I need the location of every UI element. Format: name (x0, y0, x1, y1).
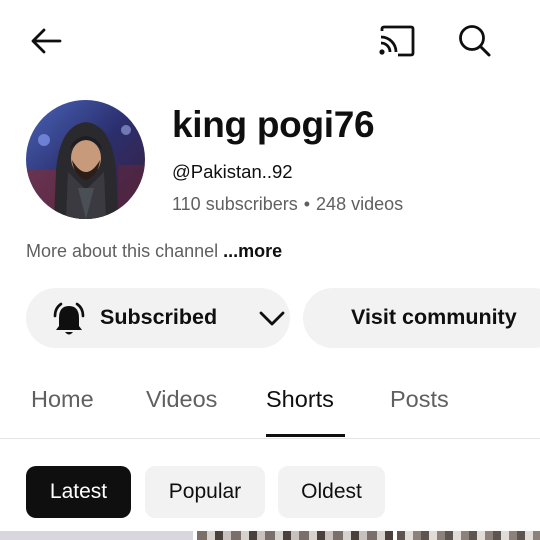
channel-name: king pogi76 (172, 104, 375, 145)
subscribed-button[interactable]: Subscribed (26, 288, 290, 348)
stats-separator: • (303, 194, 311, 214)
active-tab-indicator (266, 434, 345, 437)
tab-shorts[interactable]: Shorts (266, 386, 334, 413)
tabs-divider (0, 438, 540, 439)
video-count: 248 videos (316, 194, 404, 214)
tab-posts[interactable]: Posts (390, 386, 449, 413)
channel-stats: 110 subscribers • 248 videos (172, 194, 403, 215)
short-thumbnail[interactable] (0, 531, 193, 540)
arrow-left-icon (31, 28, 62, 54)
back-button[interactable] (24, 22, 68, 60)
short-thumbnail[interactable] (397, 531, 540, 540)
avatar-image (26, 100, 145, 219)
channel-handle: @Pakistan..92 (172, 161, 293, 182)
short-thumbnail[interactable] (197, 531, 393, 540)
tab-videos[interactable]: Videos (146, 386, 217, 413)
search-button[interactable] (452, 22, 498, 60)
filter-chip-oldest[interactable]: Oldest (278, 466, 385, 518)
search-icon (459, 25, 491, 57)
subscriber-count: 110 subscribers (172, 194, 298, 214)
bell-icon (53, 302, 85, 335)
about-more: ...more (223, 241, 283, 261)
chevron-down-icon (259, 311, 285, 326)
avatar[interactable] (26, 100, 145, 219)
about-channel-link[interactable]: More about this channel ...more (26, 241, 282, 262)
subscribe-label: Subscribed (100, 305, 218, 329)
filter-chip-latest[interactable]: Latest (26, 466, 131, 518)
about-text: More about this channel (26, 241, 219, 261)
filter-chip-popular[interactable]: Popular (145, 466, 265, 518)
cast-button[interactable] (372, 22, 420, 60)
tab-home[interactable]: Home (31, 386, 94, 413)
visit-community-button[interactable]: Visit community (303, 288, 540, 348)
community-label: Visit community (351, 305, 517, 329)
cast-icon (379, 25, 415, 57)
